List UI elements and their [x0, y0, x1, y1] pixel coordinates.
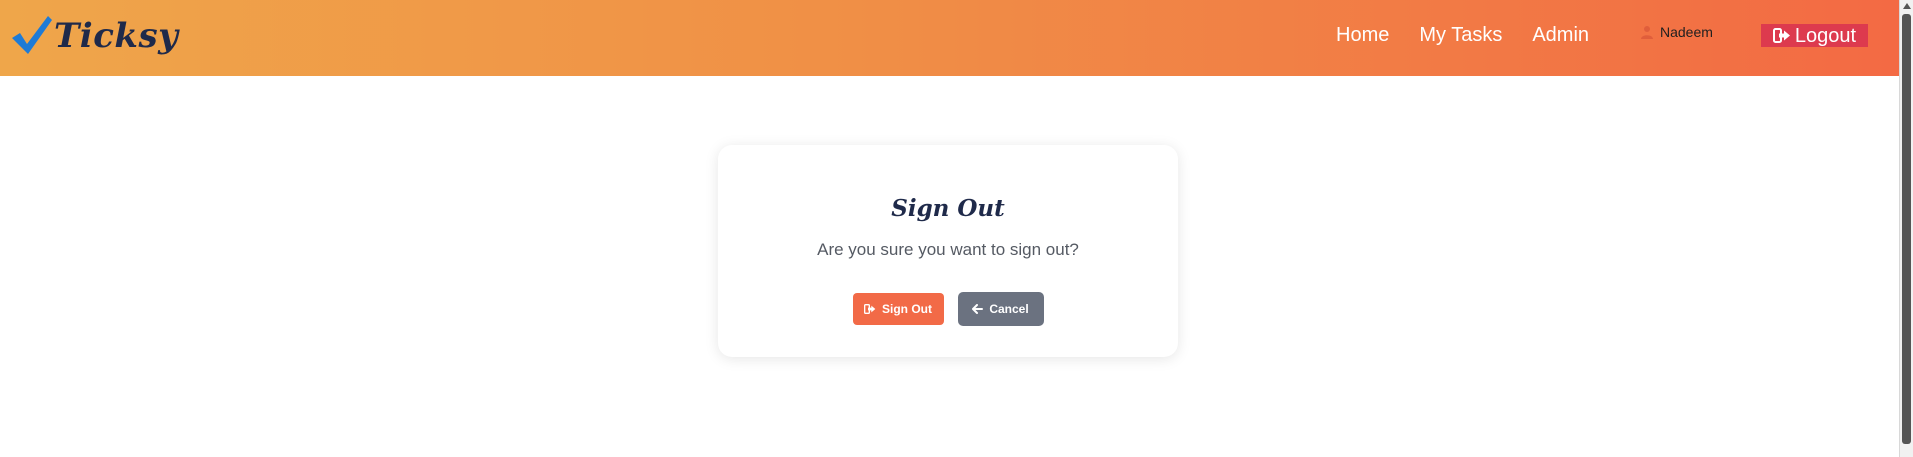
- cancel-button[interactable]: Cancel: [957, 292, 1044, 326]
- user-name: Nadeem: [1660, 24, 1713, 40]
- checkmark-logo-icon: [12, 16, 52, 54]
- nav-links: Home My Tasks Admin: [1336, 0, 1619, 70]
- nav-link-admin[interactable]: Admin: [1532, 24, 1589, 47]
- scroll-up-arrow-icon[interactable]: [1903, 3, 1911, 9]
- dialog-title: Sign Out: [891, 195, 1005, 222]
- scrollbar-thumb[interactable]: [1902, 14, 1911, 444]
- sign-out-label: Sign Out: [882, 302, 932, 316]
- nav-link-my-tasks[interactable]: My Tasks: [1419, 24, 1502, 47]
- brand-name: Ticksy: [54, 16, 179, 56]
- page: Ticksy Home My Tasks Admin Nadeem Logout…: [0, 0, 1913, 457]
- current-user: Nadeem: [1640, 24, 1713, 40]
- logout-button[interactable]: Logout: [1761, 24, 1868, 47]
- sign-out-icon: [864, 304, 876, 314]
- cancel-label: Cancel: [989, 302, 1029, 316]
- dialog-actions: Sign Out Cancel: [718, 292, 1178, 326]
- brand[interactable]: Ticksy: [10, 8, 178, 64]
- arrow-left-icon: [972, 304, 984, 314]
- dialog-message: Are you sure you want to sign out?: [817, 240, 1079, 259]
- sign-out-dialog: Sign Out Are you sure you want to sign o…: [718, 145, 1178, 357]
- nav-link-home[interactable]: Home: [1336, 24, 1389, 47]
- sign-out-icon: [1772, 28, 1790, 43]
- top-navbar: Ticksy Home My Tasks Admin Nadeem Logout: [0, 0, 1899, 76]
- vertical-scrollbar[interactable]: [1899, 0, 1913, 457]
- user-icon: [1641, 26, 1653, 39]
- sign-out-button[interactable]: Sign Out: [852, 293, 944, 325]
- logout-label: Logout: [1794, 24, 1857, 47]
